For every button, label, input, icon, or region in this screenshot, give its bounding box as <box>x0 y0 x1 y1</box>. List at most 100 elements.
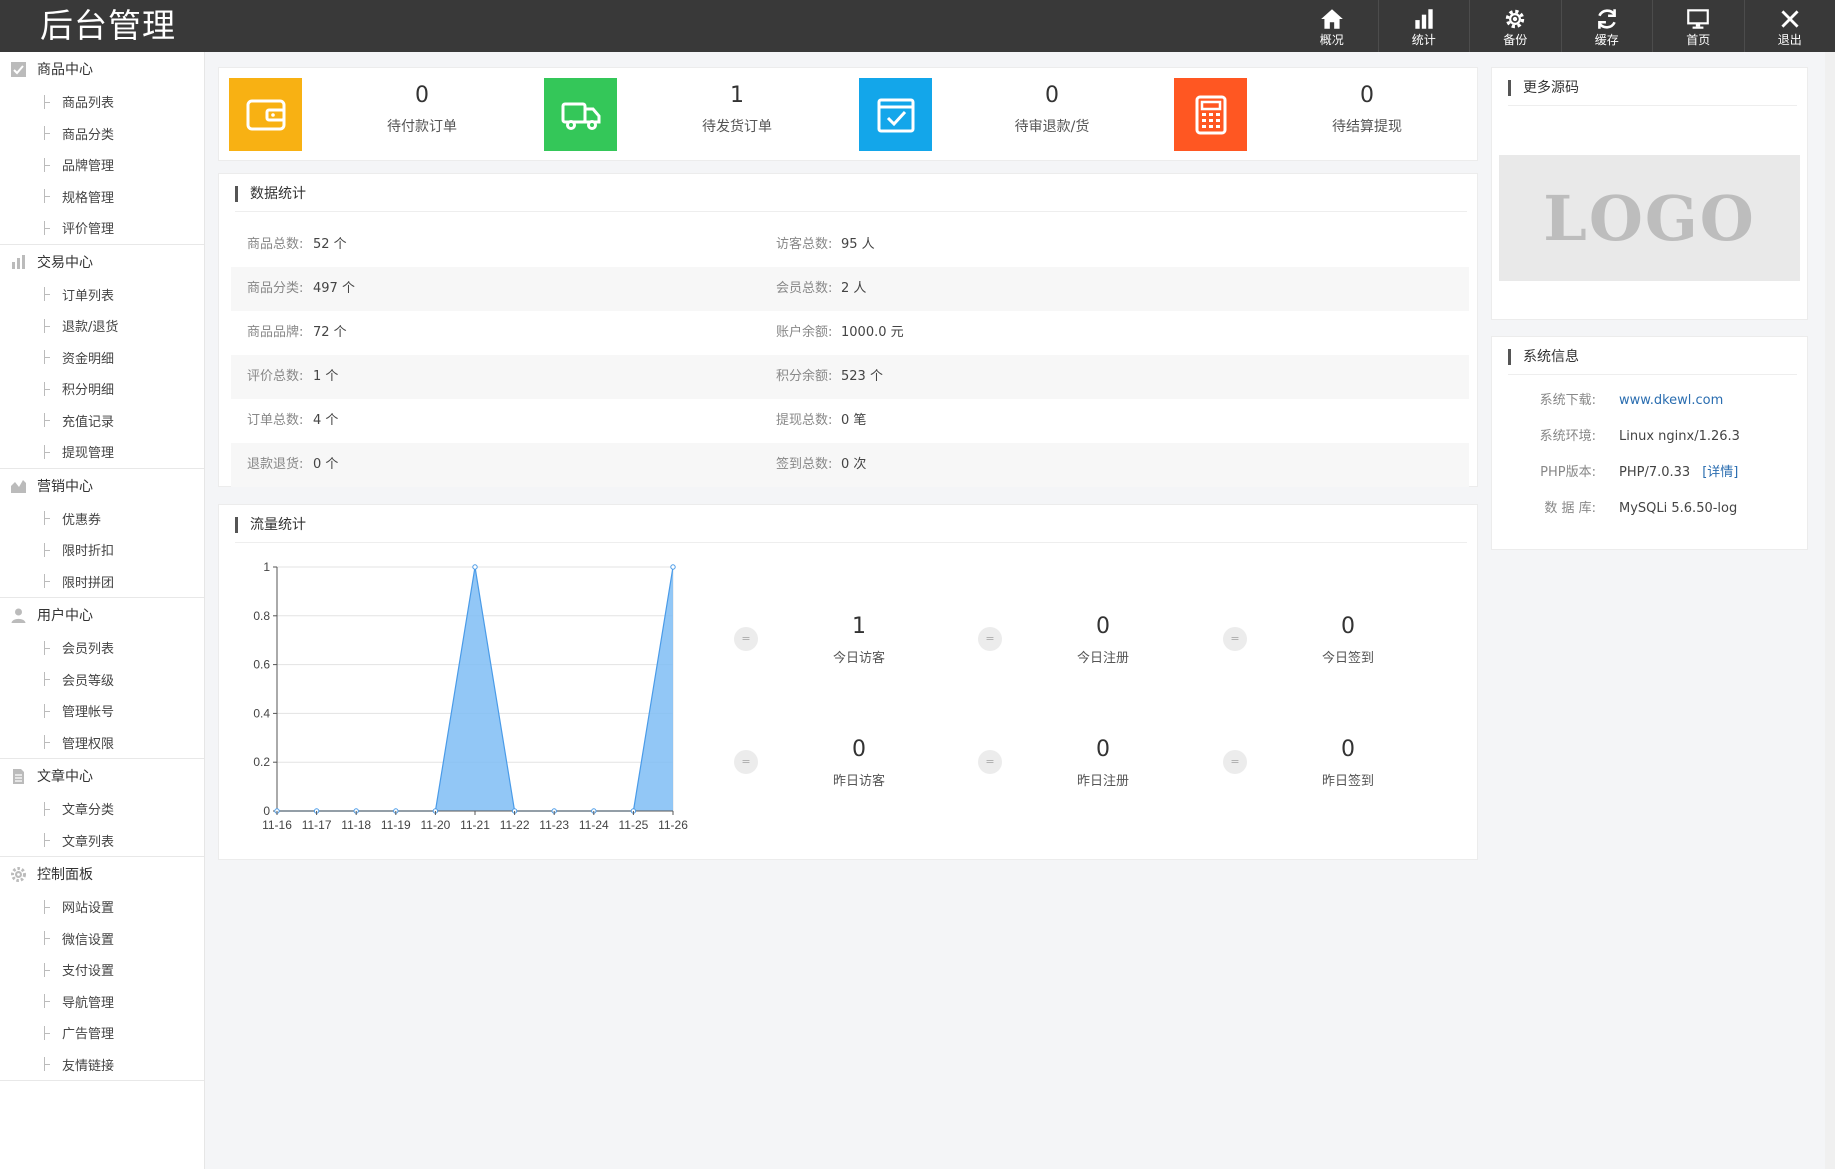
sidebar-item[interactable]: 资金明细 <box>0 342 204 374</box>
sidebar-group-header[interactable]: 交易中心 <box>0 245 204 279</box>
system-info-label: 系统下载: <box>1539 393 1596 408</box>
system-info-value: Linux nginx/1.26.3 <box>1619 419 1740 455</box>
sidebar-item-label: 管理帐号 <box>62 705 115 721</box>
sidebar-item-label: 品牌管理 <box>62 159 115 175</box>
sidebar-item[interactable]: 规格管理 <box>0 181 204 213</box>
traffic-metric-label: 昨日访客 <box>832 774 885 789</box>
sidebar-group-title: 控制面板 <box>37 867 93 883</box>
y-tick-label: 1 <box>263 560 270 574</box>
equals-icon: = <box>978 750 1002 774</box>
nav-overview[interactable]: 概况 <box>1286 0 1378 52</box>
sidebar-item[interactable]: 文章列表 <box>0 825 204 857</box>
sidebar-item[interactable]: 商品列表 <box>0 86 204 118</box>
data-stat-value: 0 笔 <box>841 413 867 428</box>
traffic-metric-value: 0 <box>1341 614 1355 639</box>
x-tick-label: 11-18 <box>341 818 371 832</box>
sidebar-item[interactable]: 限时折扣 <box>0 534 204 566</box>
sidebar-item-label: 提现管理 <box>62 446 115 462</box>
sidebar-item-label: 网站设置 <box>62 901 115 917</box>
sidebar-item[interactable]: 商品分类 <box>0 118 204 150</box>
x-tick-label: 11-26 <box>658 818 688 832</box>
sidebar-item[interactable]: 导航管理 <box>0 986 204 1018</box>
traffic-metric-value: 0 <box>1096 737 1110 762</box>
equals-icon: = <box>734 627 758 651</box>
pending-payment-stat: 0 待付款订单 <box>332 82 512 136</box>
traffic-metric-label: 今日访客 <box>832 651 885 666</box>
pending-refund-tile[interactable] <box>859 78 932 151</box>
system-info-value-text: PHP/7.0.33 <box>1619 465 1691 480</box>
tree-branch-icon <box>44 318 52 333</box>
bar-chart-icon <box>10 253 27 270</box>
sidebar-item[interactable]: 优惠券 <box>0 503 204 535</box>
tree-branch-icon <box>44 931 52 946</box>
sidebar-item[interactable]: 退款/退货 <box>0 310 204 342</box>
tree-branch-icon <box>44 157 52 172</box>
sidebar-item-label: 充值记录 <box>62 414 115 430</box>
refresh-icon <box>1597 8 1616 29</box>
sidebar-item[interactable]: 网站设置 <box>0 891 204 923</box>
pending-shipment-tile[interactable] <box>544 78 617 151</box>
traffic-metric: = 0 昨日签到 <box>1223 728 1463 808</box>
sidebar-item[interactable]: 微信设置 <box>0 923 204 955</box>
data-stat-label: 评价总数: <box>247 369 304 384</box>
logo-placeholder[interactable]: LOGO <box>1499 155 1800 281</box>
nav-logout[interactable]: 退出 <box>1743 0 1835 52</box>
user-icon <box>10 607 27 624</box>
sidebar-item[interactable]: 提现管理 <box>0 436 204 468</box>
nav-cache[interactable]: 缓存 <box>1560 0 1653 52</box>
sidebar-item[interactable]: 广告管理 <box>0 1017 204 1049</box>
sidebar-group: 交易中心 订单列表 退款/退货 资金明细 积分明细充值记录提现管理 <box>0 245 204 469</box>
more-source-card: 更多源码 LOGO <box>1491 67 1808 320</box>
sidebar-group-header[interactable]: 用户中心 <box>0 598 204 632</box>
nav-statistics[interactable]: 统计 <box>1377 0 1470 52</box>
data-stat-label: 商品总数: <box>247 237 304 252</box>
gear-icon <box>1506 9 1525 28</box>
sidebar-item-label: 友情链接 <box>62 1058 115 1074</box>
x-tick-label: 11-17 <box>302 818 332 832</box>
nav-backup[interactable]: 备份 <box>1469 0 1561 52</box>
sidebar-group-header[interactable]: 营销中心 <box>0 469 204 503</box>
sidebar-item[interactable]: 友情链接 <box>0 1049 204 1081</box>
download-link[interactable]: www.dkewl.com <box>1619 393 1723 408</box>
sidebar-item[interactable]: 管理帐号 <box>0 695 204 727</box>
sidebar-item[interactable]: 管理权限 <box>0 727 204 759</box>
data-stat-value: 523 个 <box>841 369 883 384</box>
sidebar-item[interactable]: 限时拼团 <box>0 566 204 598</box>
sidebar-item[interactable]: 文章分类 <box>0 793 204 825</box>
sidebar-group-header[interactable]: 商品中心 <box>0 52 204 86</box>
traffic-area-chart: 0 0.2 0.4 0.6 0.8 1 11-16 11-17 11-18 11-19 11-20 1… <box>253 560 688 832</box>
pending-payment-tile[interactable] <box>229 78 302 151</box>
sidebar-item[interactable]: 订单列表 <box>0 279 204 311</box>
data-stat-label: 商品分类: <box>247 281 304 296</box>
nav-homepage[interactable]: 首页 <box>1652 0 1744 52</box>
tree-branch-icon <box>44 126 52 141</box>
sidebar-item-label: 限时折扣 <box>62 544 115 560</box>
sidebar-group-header[interactable]: 文章中心 <box>0 759 204 793</box>
page-scrollbar[interactable] <box>1825 52 1835 1169</box>
sidebar-item[interactable]: 会员等级 <box>0 664 204 696</box>
calculator-icon <box>1195 95 1226 134</box>
sidebar-group-header[interactable]: 控制面板 <box>0 857 204 891</box>
x-tick-label: 11-21 <box>460 818 490 832</box>
equals-icon: = <box>1223 627 1247 651</box>
pending-withdraw-label: 待结算提现 <box>1332 119 1402 135</box>
sidebar-item-label: 文章列表 <box>62 834 115 850</box>
tree-branch-icon <box>44 381 52 396</box>
sidebar-item[interactable]: 支付设置 <box>0 954 204 986</box>
sidebar-item[interactable]: 会员列表 <box>0 632 204 664</box>
y-tick-label: 0.4 <box>253 706 270 720</box>
data-stat-label: 退款退货: <box>247 457 304 472</box>
sidebar-item[interactable]: 评价管理 <box>0 212 204 244</box>
pending-withdraw-tile[interactable] <box>1174 78 1247 151</box>
nav-overview-label: 概况 <box>1319 32 1344 47</box>
data-stat-value: 52 个 <box>313 237 347 252</box>
details-link[interactable]: [详情] <box>1702 465 1738 480</box>
sidebar-item[interactable]: 积分明细 <box>0 373 204 405</box>
sidebar-item-label: 商品分类 <box>62 127 115 143</box>
x-tick-label: 11-22 <box>500 818 530 832</box>
data-statistics-card: 数据统计 商品总数: 52 个 访客总数: 95 人商品分类: 497 个 会员总数: 2 … <box>218 173 1478 487</box>
sidebar-group-title: 营销中心 <box>37 478 93 495</box>
sidebar-item[interactable]: 充值记录 <box>0 405 204 437</box>
sidebar-item[interactable]: 品牌管理 <box>0 149 204 181</box>
tree-branch-icon <box>44 801 52 816</box>
